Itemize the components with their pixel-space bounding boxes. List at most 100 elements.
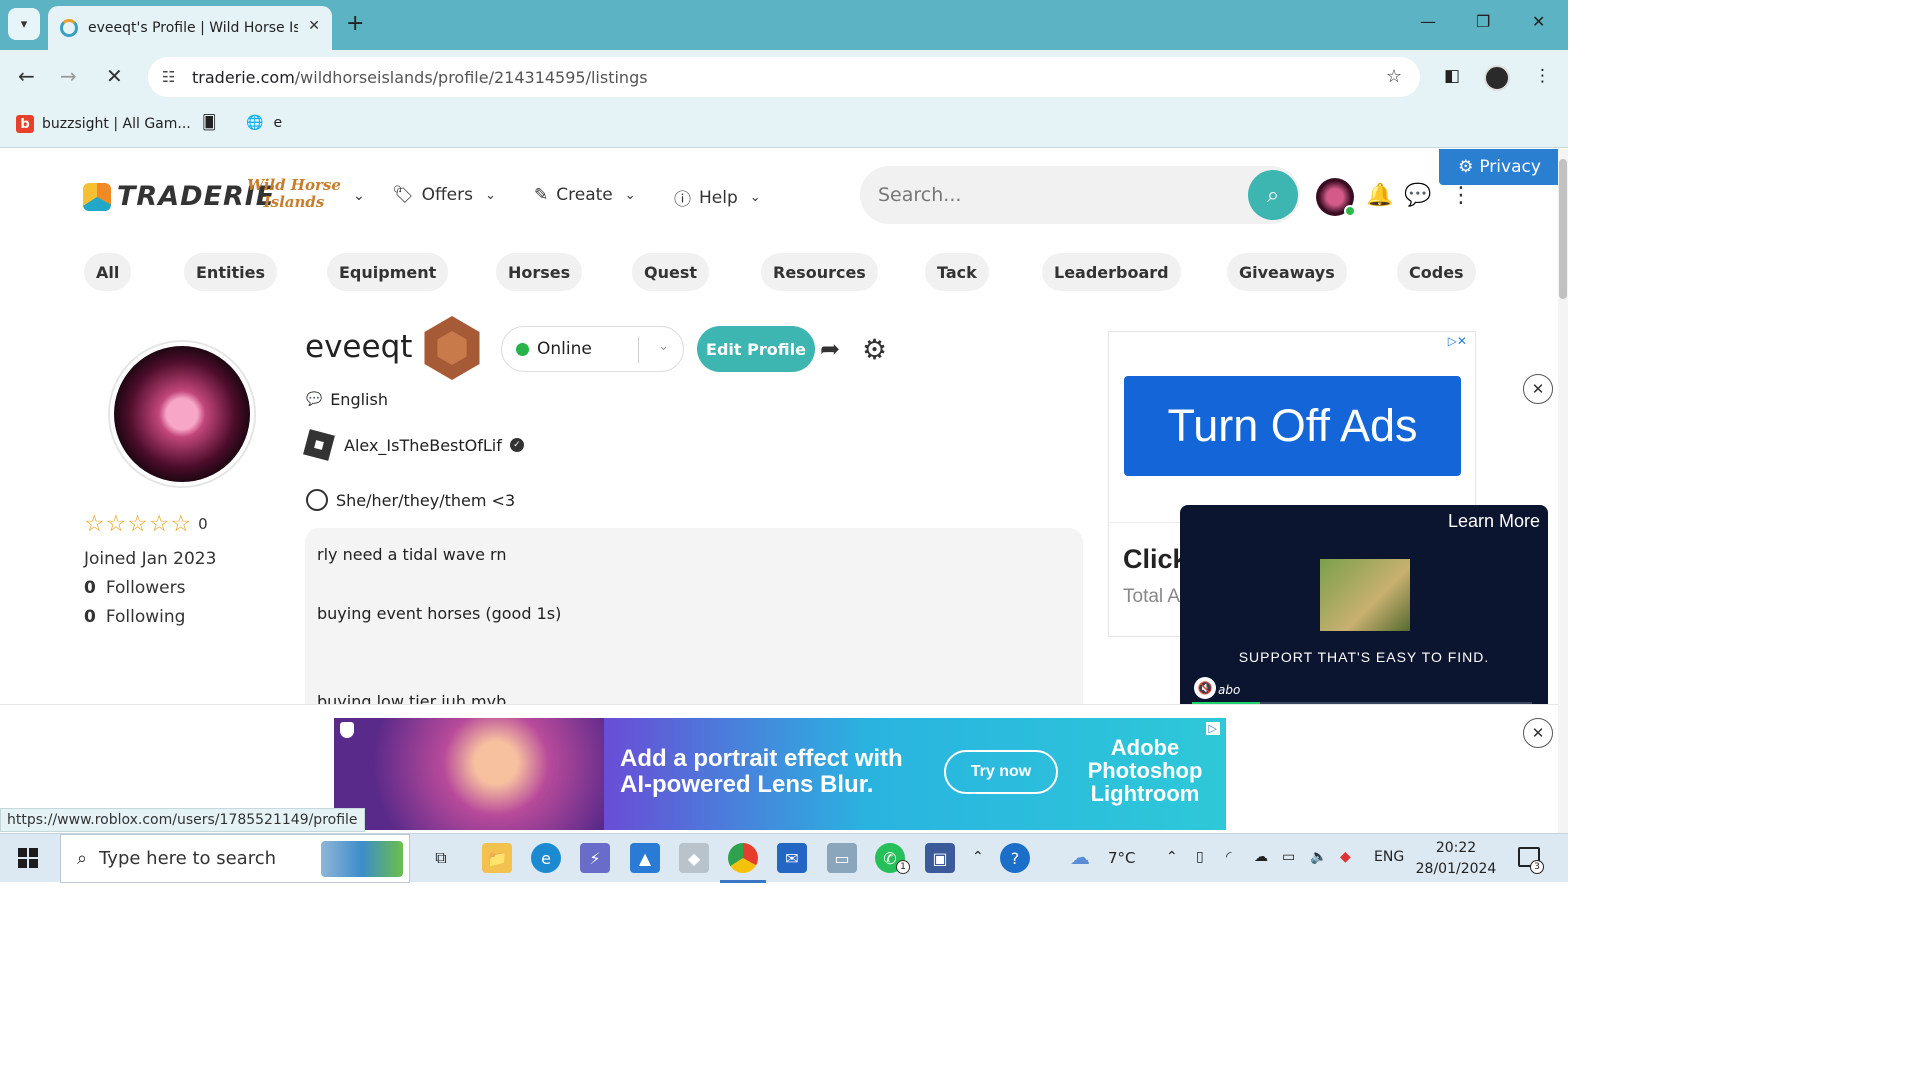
minimize-button[interactable]: — bbox=[1420, 12, 1436, 31]
show-hidden-icons-chevron-icon[interactable]: ⌃ bbox=[1166, 849, 1178, 865]
windows-start-icon[interactable] bbox=[18, 848, 38, 868]
onedrive-icon[interactable]: ☁ bbox=[1254, 849, 1268, 865]
category-all[interactable]: All bbox=[84, 253, 132, 291]
cloud-icon: ☁ bbox=[1070, 845, 1090, 869]
star-outline-icon: ☆ bbox=[127, 511, 148, 537]
verified-check-icon: ✓ bbox=[509, 438, 524, 452]
following-link[interactable]: 0 Following bbox=[84, 607, 185, 627]
dropbox-icon[interactable]: ◆ bbox=[1340, 849, 1351, 865]
language-indicator[interactable]: ENG bbox=[1374, 849, 1404, 865]
status-select[interactable]: Online ⌄ bbox=[501, 326, 684, 372]
forward-button[interactable]: → bbox=[60, 64, 77, 88]
active-tab[interactable]: eveeqt's Profile | Wild Horse Isl ✕ bbox=[48, 6, 332, 50]
volume-icon[interactable]: 🔈 bbox=[1310, 849, 1327, 865]
menu-help[interactable]: ⓘ Help ⌄ bbox=[674, 185, 761, 211]
ad-click-text: Click bbox=[1123, 544, 1188, 574]
chrome-icon[interactable] bbox=[728, 843, 758, 873]
star-outline-icon: ☆ bbox=[105, 511, 127, 537]
mute-icon[interactable]: 🔇 bbox=[1194, 677, 1216, 699]
app-icon[interactable]: ▣ bbox=[925, 843, 955, 873]
app-icon[interactable]: ▭ bbox=[827, 843, 857, 873]
bookmark-star-icon[interactable]: ☆ bbox=[1386, 66, 1402, 87]
stop-loading-button[interactable]: ✕ bbox=[106, 64, 123, 88]
tab-search-button[interactable]: ▾ bbox=[8, 8, 40, 40]
site-search-input[interactable]: Search... ⌕ bbox=[860, 166, 1300, 224]
traderie-favicon-icon bbox=[60, 19, 78, 37]
buzzsight-icon: b bbox=[16, 115, 34, 133]
overflow-arrows-icon[interactable]: ⌃ bbox=[972, 849, 984, 865]
site-settings-icon[interactable]: ☷ bbox=[162, 68, 184, 86]
tab-close-icon[interactable]: ✕ bbox=[308, 18, 320, 34]
video-ad[interactable]: Learn More SUPPORT THAT'S EASY TO FIND. … bbox=[1180, 505, 1548, 711]
photoshop-banner-ad[interactable]: ▷ Add a portrait effect with AI-powered … bbox=[334, 718, 1226, 830]
app-icon[interactable]: ⚡ bbox=[580, 843, 610, 873]
game-switch-chevron-icon[interactable]: ⌄ bbox=[353, 188, 365, 204]
learn-more-link[interactable]: Learn More bbox=[1448, 511, 1540, 532]
bookmark-card-icon: 🂠 bbox=[202, 115, 217, 131]
help-icon[interactable]: ? bbox=[1000, 843, 1030, 873]
category-horses[interactable]: Horses bbox=[496, 253, 583, 291]
category-quest[interactable]: Quest bbox=[632, 253, 710, 291]
followers-link[interactable]: 0 Followers bbox=[84, 578, 185, 598]
edit-profile-button[interactable]: Edit Profile bbox=[697, 326, 815, 372]
device-icon[interactable]: ▯ bbox=[1196, 849, 1204, 865]
close-bottom-ad-icon[interactable]: ✕ bbox=[1523, 718, 1553, 748]
address-bar[interactable]: ☷ traderie.com/wildhorseislands/profile/… bbox=[148, 57, 1420, 97]
category-entities[interactable]: Entities bbox=[184, 253, 277, 291]
roblox-profile-link[interactable]: Alex_IsTheBestOfLif ✓ bbox=[303, 429, 524, 461]
url-text[interactable]: traderie.com/wildhorseislands/profile/21… bbox=[192, 68, 648, 87]
category-equipment[interactable]: Equipment bbox=[327, 253, 449, 291]
chevron-down-icon: ⌄ bbox=[485, 187, 496, 203]
back-button[interactable]: ← bbox=[18, 64, 35, 88]
turn-off-ads-button[interactable]: Turn Off Ads bbox=[1124, 376, 1461, 476]
active-app-indicator bbox=[720, 880, 766, 883]
wifi-icon[interactable]: ◜ bbox=[1226, 849, 1231, 865]
file-explorer-icon[interactable]: 📁 bbox=[482, 843, 512, 873]
more-vertical-icon[interactable]: ⋮ bbox=[1450, 183, 1472, 208]
browser-toolbar: ← → ✕ ☷ traderie.com/wildhorseislands/pr… bbox=[0, 50, 1568, 104]
settings-gear-icon[interactable]: ⚙ bbox=[862, 333, 887, 366]
task-view-icon[interactable]: ⧉ bbox=[426, 843, 456, 873]
taskbar-clock[interactable]: 20:22 28/01/2024 bbox=[1412, 838, 1500, 880]
category-codes[interactable]: Codes bbox=[1397, 253, 1476, 291]
restore-button[interactable]: ❐ bbox=[1476, 12, 1490, 31]
scrollbar-thumb[interactable] bbox=[1559, 159, 1567, 299]
category-resources[interactable]: Resources bbox=[761, 253, 878, 291]
new-tab-button[interactable]: + bbox=[346, 12, 364, 36]
bell-icon[interactable]: 🔔 bbox=[1366, 183, 1393, 208]
taskbar-search-input[interactable]: ⌕ Type here to search bbox=[60, 834, 410, 883]
bookmark-2[interactable]: 🂠 bbox=[202, 115, 216, 131]
chrome-profile-avatar[interactable] bbox=[1484, 65, 1510, 91]
app-icon[interactable]: ◆ bbox=[679, 843, 709, 873]
speech-bubble-icon: 💬 bbox=[306, 392, 323, 407]
adchoices-icon[interactable]: ▷✕ bbox=[1448, 334, 1467, 348]
mail-icon[interactable]: ✉ bbox=[777, 843, 807, 873]
category-leaderboard[interactable]: Leaderboard bbox=[1042, 253, 1181, 291]
close-ad-icon[interactable]: ✕ bbox=[1523, 374, 1553, 404]
photos-icon[interactable]: ▲ bbox=[630, 843, 660, 873]
adchoices-icon[interactable]: ▷ bbox=[1205, 722, 1220, 735]
tag-icon: 🏷 bbox=[392, 185, 414, 205]
edge-icon[interactable]: e bbox=[531, 843, 561, 873]
menu-create[interactable]: ✎ Create ⌄ bbox=[534, 185, 636, 205]
search-button[interactable]: ⌕ bbox=[1248, 170, 1298, 220]
window-close-button[interactable]: ✕ bbox=[1532, 12, 1545, 31]
page-scrollbar[interactable] bbox=[1558, 149, 1568, 833]
star-outline-icon: ☆ bbox=[170, 511, 192, 537]
bookmark-e[interactable]: 🌐 e bbox=[246, 115, 282, 131]
privacy-button[interactable]: ⚙ Privacy bbox=[1439, 149, 1560, 185]
rating-count: 0 bbox=[198, 515, 208, 533]
game-logo[interactable]: Wild Horse Islands bbox=[244, 177, 344, 211]
chat-icon[interactable]: 💬 bbox=[1404, 183, 1431, 208]
try-now-button[interactable]: Try now bbox=[944, 750, 1058, 794]
share-icon[interactable]: ➦ bbox=[820, 335, 840, 363]
menu-offers[interactable]: 🏷 Offers ⌄ bbox=[392, 185, 496, 205]
category-tack[interactable]: Tack bbox=[925, 253, 989, 291]
chrome-menu-icon[interactable]: ⋮ bbox=[1534, 66, 1551, 86]
side-panel-icon[interactable]: ◧ bbox=[1444, 66, 1460, 86]
weather-temp[interactable]: 7°C bbox=[1108, 849, 1136, 867]
bookmark-buzzsight[interactable]: b buzzsight | All Gam... bbox=[16, 115, 191, 133]
bookmark-label: buzzsight | All Gam... bbox=[42, 116, 191, 132]
battery-icon[interactable]: ▭ bbox=[1282, 849, 1295, 865]
category-giveaways[interactable]: Giveaways bbox=[1227, 253, 1347, 291]
